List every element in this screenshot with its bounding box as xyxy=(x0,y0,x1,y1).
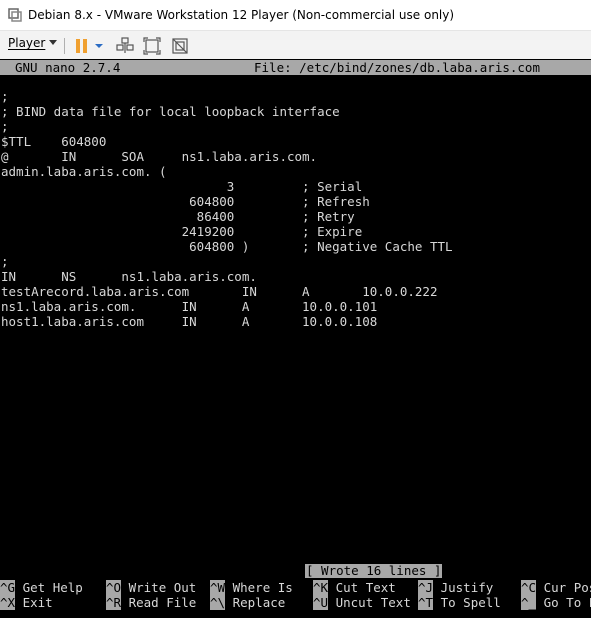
unity-icon[interactable] xyxy=(171,37,189,55)
shortcut-label: Get Help xyxy=(22,580,83,595)
shortcut-key: ^T xyxy=(418,595,434,610)
player-menu-label: Player xyxy=(8,36,46,50)
shortcut-key: ^_ xyxy=(521,595,537,610)
editor-line: IN NS ns1.laba.aris.com. xyxy=(1,269,257,284)
toolbar-separator xyxy=(64,38,65,54)
nano-version: GNU nano 2.7.4 xyxy=(15,60,121,75)
shortcut-label: Read File xyxy=(128,595,197,610)
shortcut-where-is: ^W Where Is xyxy=(210,580,293,595)
editor-line: host1.laba.aris.com IN A 10.0.0.108 xyxy=(1,314,378,329)
shortcut-key: ^K xyxy=(313,580,329,595)
shortcut-label: Go To L xyxy=(543,595,591,610)
window-titlebar: Debian 8.x - VMware Workstation 12 Playe… xyxy=(0,0,591,31)
editor-line: 3 ; Serial xyxy=(1,179,363,194)
shortcut-label: Uncut Text xyxy=(335,595,411,610)
nano-filename: File: /etc/bind/zones/db.laba.aris.com xyxy=(254,60,540,75)
editor-line: ns1.laba.aris.com. IN A 10.0.0.101 xyxy=(1,299,378,314)
editor-line: ; BIND data file for local loopback inte… xyxy=(1,104,340,119)
dropdown-arrow-icon[interactable] xyxy=(94,37,104,55)
shortcut-cur-pos: ^C Cur Pos xyxy=(521,580,591,595)
shortcut-to-spell: ^T To Spell xyxy=(418,595,501,610)
shortcut-key: ^G xyxy=(0,580,16,595)
editor-line: 604800 ) ; Negative Cache TTL xyxy=(1,239,453,254)
shortcut-write-out: ^O Write Out xyxy=(106,580,196,595)
shortcut-label: Cur Pos xyxy=(543,580,591,595)
window-title: Debian 8.x - VMware Workstation 12 Playe… xyxy=(28,8,455,22)
pause-icon[interactable] xyxy=(73,37,91,55)
shortcut-key: ^U xyxy=(313,595,329,610)
shortcut-key: ^R xyxy=(106,595,122,610)
shortcut-label: To Spell xyxy=(440,595,501,610)
shortcut-label: Justify xyxy=(440,580,494,595)
editor-line: @ IN SOA ns1.laba.aris.com. xyxy=(1,149,318,164)
nano-status-message: [ Wrote 16 lines ] xyxy=(305,563,443,578)
shortcut-key: ^J xyxy=(418,580,434,595)
shortcut-read-file: ^R Read File xyxy=(106,595,196,610)
shortcut-uncut-text: ^U Uncut Text xyxy=(313,595,411,610)
player-menu-button[interactable]: Player xyxy=(8,36,58,50)
shortcut-cut-text: ^K Cut Text xyxy=(313,580,396,595)
shortcut-label: Exit xyxy=(22,595,53,610)
terminal-screen[interactable]: GNU nano 2.7.4 File: /etc/bind/zones/db.… xyxy=(0,59,591,618)
shortcut-get-help: ^G Get Help xyxy=(0,580,83,595)
editor-line: 604800 ; Refresh xyxy=(1,194,370,209)
shortcut-key: ^C xyxy=(521,580,537,595)
editor-line: admin.laba.aris.com. ( xyxy=(1,164,167,179)
shortcut-label: Write Out xyxy=(128,580,197,595)
shortcut-label: Replace xyxy=(232,595,286,610)
shortcut-replace: ^\ Replace xyxy=(210,595,285,610)
editor-line: ; xyxy=(1,89,9,104)
shortcut-exit: ^X Exit xyxy=(0,595,53,610)
shortcut-key: ^W xyxy=(210,580,226,595)
shortcut-justify: ^J Justify xyxy=(418,580,493,595)
shortcut-label: Cut Text xyxy=(335,580,396,595)
editor-line: ; xyxy=(1,119,9,134)
fit-window-icon[interactable] xyxy=(143,37,161,55)
shortcut-label: Where Is xyxy=(232,580,293,595)
shortcut-key: ^X xyxy=(0,595,16,610)
vmware-app-icon xyxy=(8,8,22,22)
editor-line: 86400 ; Retry xyxy=(1,209,355,224)
editor-line: 2419200 ; Expire xyxy=(1,224,363,239)
vmware-toolbar: Player xyxy=(0,31,591,59)
shortcut-go-to-line: ^_ Go To L xyxy=(521,595,591,610)
editor-line: ; xyxy=(1,254,9,269)
chevron-down-icon xyxy=(49,40,58,45)
nano-title-bar: GNU nano 2.7.4 File: /etc/bind/zones/db.… xyxy=(0,60,591,75)
editor-line: $TTL 604800 xyxy=(1,134,107,149)
shortcut-key: ^O xyxy=(106,580,122,595)
editor-line: testArecord.laba.aris.com IN A 10.0.0.22… xyxy=(1,284,438,299)
send-ctrl-alt-del-icon[interactable] xyxy=(116,37,134,55)
shortcut-key: ^\ xyxy=(210,595,226,610)
